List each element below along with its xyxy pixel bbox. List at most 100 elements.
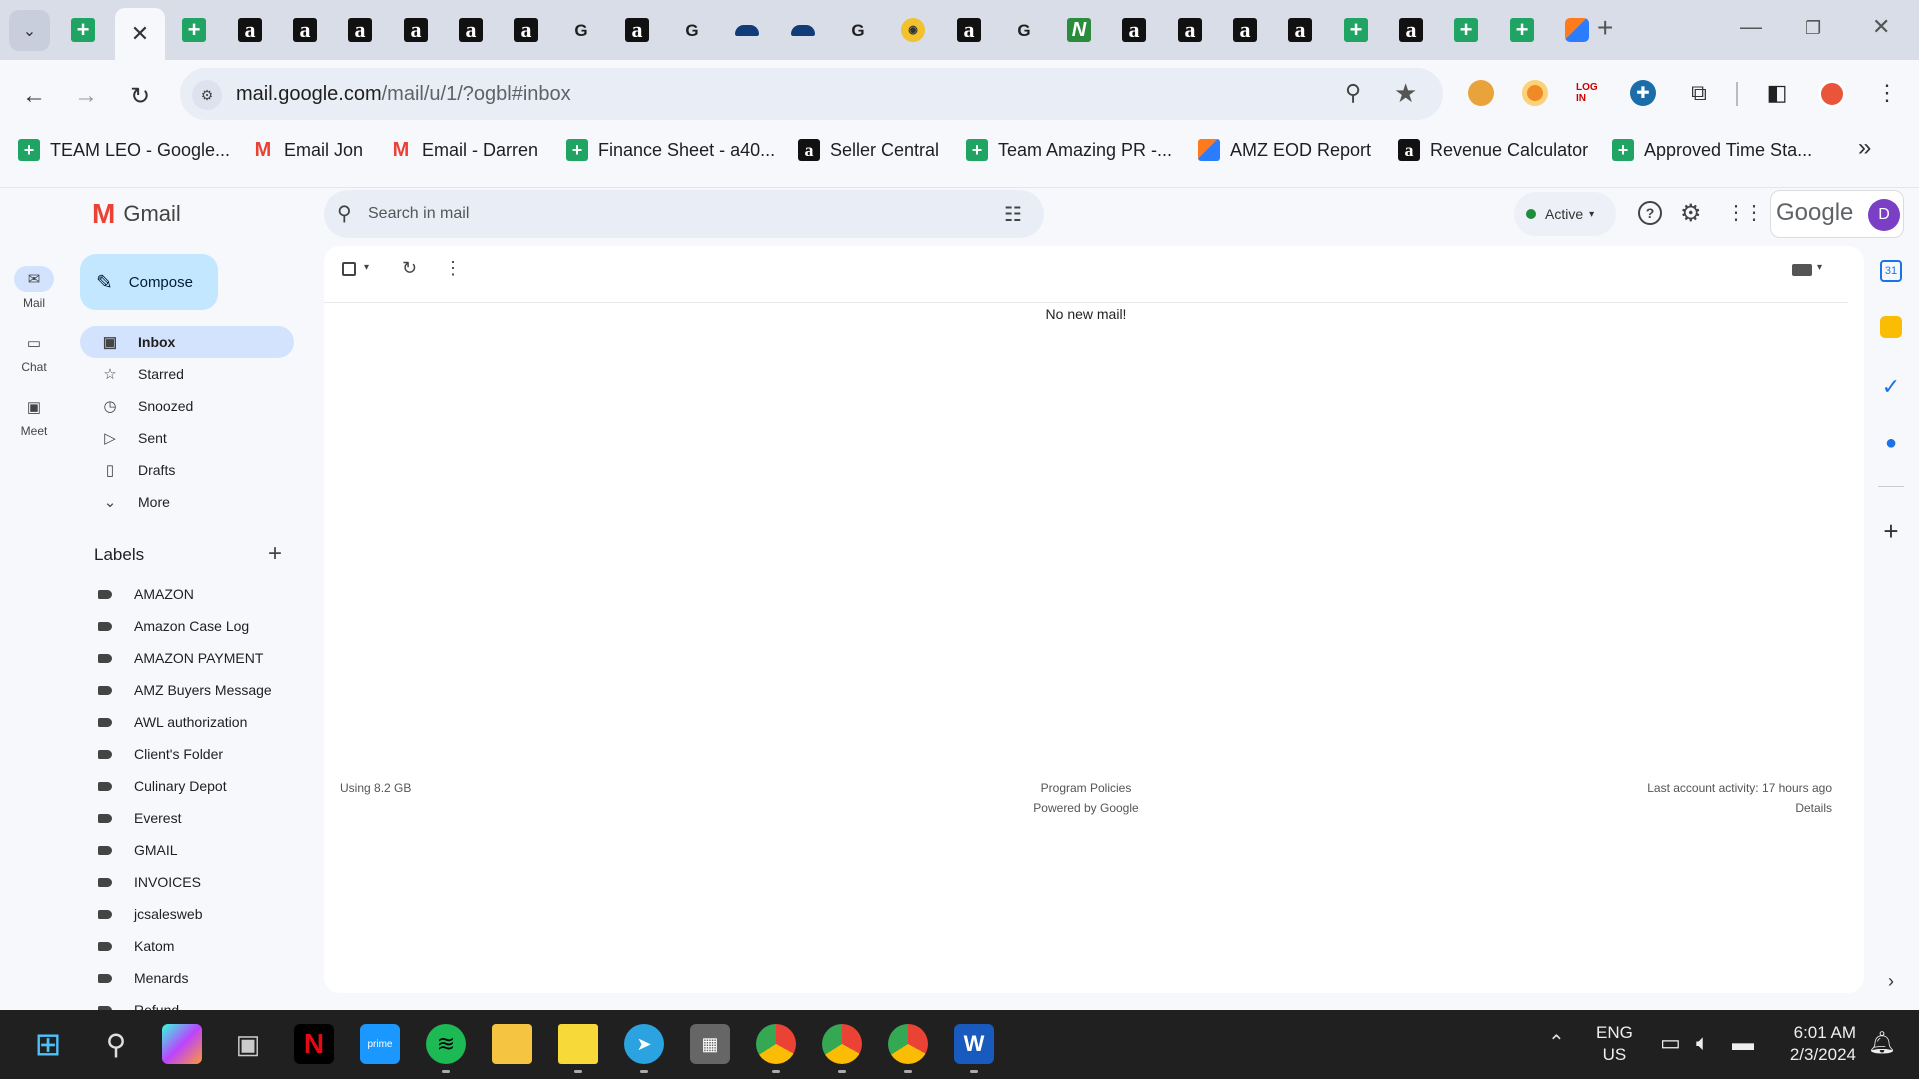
label-item[interactable]: jcsalesweb [98, 901, 202, 927]
spotify-icon[interactable]: ≋ [426, 1024, 466, 1064]
search-options-icon[interactable]: ☷ [1004, 202, 1022, 227]
add-label-icon[interactable]: + [268, 540, 282, 568]
nav-drafts[interactable]: ▯ Drafts [80, 454, 294, 486]
tray-overflow-icon[interactable]: ⌃ [1548, 1030, 1565, 1055]
browser-tab[interactable]: G [843, 11, 873, 49]
search-icon[interactable]: ⚲ [337, 201, 352, 226]
task-view-icon[interactable]: ▣ [228, 1024, 268, 1064]
extension-icon[interactable]: ✚ [1630, 80, 1656, 106]
input-tools-icon[interactable] [1792, 264, 1812, 276]
browser-tab[interactable]: a [456, 11, 486, 49]
label-item[interactable]: Refund [98, 997, 179, 1010]
extension-icon[interactable] [1522, 80, 1548, 106]
browser-tab[interactable]: a [235, 11, 265, 49]
more-options-icon[interactable]: ⋮ [444, 258, 462, 279]
copilot-icon[interactable] [162, 1024, 202, 1064]
browser-tab[interactable]: a [622, 11, 652, 49]
windows-start-icon[interactable]: ⊞ [28, 1024, 68, 1064]
url-text[interactable]: mail.google.com/mail/u/1/?ogbl#inbox [236, 83, 571, 106]
volume-icon[interactable]: 🔈︎ [1696, 1030, 1709, 1056]
bookmark-item[interactable]: + Team Amazing PR -... [966, 137, 1172, 163]
show-side-panel-icon[interactable]: › [1876, 966, 1906, 996]
browser-tab[interactable]: G [1009, 11, 1039, 49]
battery-icon[interactable]: ▬ [1732, 1030, 1754, 1056]
rail-mail[interactable]: ✉ Mail [0, 266, 68, 310]
tasks-icon[interactable]: ✓ [1876, 372, 1906, 402]
browser-tab[interactable]: a [290, 11, 320, 49]
browser-tab[interactable]: a [345, 11, 375, 49]
bookmark-item[interactable]: + Approved Time Sta... [1612, 137, 1812, 163]
profile-icon[interactable] [1818, 80, 1846, 108]
label-item[interactable]: AMZ Buyers Message [98, 677, 272, 703]
label-item[interactable]: Menards [98, 965, 188, 991]
gmail-logo[interactable]: M Gmail [92, 198, 181, 230]
browser-tab[interactable]: G [677, 11, 707, 49]
bookmark-item[interactable]: a Seller Central [798, 137, 939, 163]
browser-tab[interactable]: a [1396, 11, 1426, 49]
browser-tab[interactable]: a [1230, 11, 1260, 49]
contacts-icon[interactable]: ● [1876, 428, 1906, 458]
calendar-icon[interactable]: 31 [1880, 260, 1902, 282]
nav-sent[interactable]: ▷ Sent [80, 422, 294, 454]
browser-tab[interactable]: a [1119, 11, 1149, 49]
bookmark-item[interactable]: a Revenue Calculator [1398, 137, 1588, 163]
extensions-puzzle-icon[interactable]: ⧉ [1684, 78, 1714, 108]
notifications-bell-icon[interactable]: 🔔︎ [1868, 1030, 1896, 1056]
bookmark-item[interactable]: AMZ EOD Report [1198, 137, 1371, 163]
bookmark-item[interactable]: M Email Jon [252, 137, 363, 163]
side-panel-icon[interactable]: ◧ [1762, 78, 1792, 108]
rail-meet[interactable]: ▣ Meet [0, 394, 68, 438]
more-bookmarks-icon[interactable]: » [1858, 134, 1871, 162]
nav-starred[interactable]: ☆ Starred [80, 358, 294, 390]
add-addon-icon[interactable]: + [1876, 516, 1906, 546]
label-item[interactable]: AMAZON [98, 581, 194, 607]
site-info-icon[interactable]: ⚙ [192, 80, 222, 110]
chrome-icon[interactable] [888, 1024, 928, 1064]
compose-button[interactable]: ✎ Compose [80, 254, 218, 310]
chrome-icon[interactable] [756, 1024, 796, 1064]
clock[interactable]: 6:01 AM 2/3/2024 [1780, 1022, 1856, 1066]
nav-inbox[interactable]: ▣ Inbox [80, 326, 294, 358]
label-item[interactable]: Culinary Depot [98, 773, 227, 799]
browser-tab[interactable]: ◉ [898, 11, 928, 49]
browser-tab[interactable]: + [1507, 11, 1537, 49]
browser-tab[interactable] [788, 11, 818, 49]
details-link[interactable]: Details [1795, 801, 1832, 815]
network-icon[interactable]: ▭ [1660, 1030, 1681, 1056]
status-button[interactable]: Active ▾ [1514, 192, 1616, 236]
reload-icon[interactable]: ↻ [122, 78, 158, 114]
select-all-checkbox[interactable] [342, 262, 356, 276]
nav-more[interactable]: ⌄ More [80, 486, 294, 518]
browser-tab[interactable]: a [401, 11, 431, 49]
avatar[interactable]: D [1868, 199, 1900, 231]
sticky-notes-icon[interactable] [558, 1024, 598, 1064]
prime-video-icon[interactable]: prime [360, 1024, 400, 1064]
settings-gear-icon[interactable]: ⚙ [1680, 199, 1702, 228]
bookmark-item[interactable]: + TEAM LEO - Google... [18, 137, 230, 163]
nav-snoozed[interactable]: ◷ Snoozed [80, 390, 294, 422]
browser-tab[interactable] [1562, 11, 1592, 49]
file-explorer-icon[interactable] [492, 1024, 532, 1064]
netflix-icon[interactable]: N [294, 1024, 334, 1064]
browser-tab[interactable]: + [179, 11, 209, 49]
browser-tab[interactable]: + [1341, 11, 1371, 49]
window-close-icon[interactable]: ✕ [1872, 14, 1890, 40]
calculator-icon[interactable]: ▦ [690, 1024, 730, 1064]
bookmark-item[interactable]: M Email - Darren [390, 137, 538, 163]
help-icon[interactable]: ? [1638, 201, 1662, 225]
browser-tab[interactable]: a [511, 11, 541, 49]
browser-menu-icon[interactable]: ⋮ [1872, 78, 1902, 108]
search-icon[interactable]: ⚲ [96, 1024, 136, 1064]
browser-tab[interactable]: a [954, 11, 984, 49]
forward-icon[interactable]: → [68, 78, 104, 114]
browser-tab[interactable]: a [1175, 11, 1205, 49]
word-icon[interactable]: W [954, 1024, 994, 1064]
search-input[interactable]: Search in mail [368, 205, 469, 223]
bookmark-star-icon[interactable]: ★ [1394, 78, 1417, 109]
active-tab-close[interactable]: ✕ [115, 8, 165, 60]
browser-tab[interactable]: G [566, 11, 596, 49]
restore-icon[interactable]: ❐ [1805, 18, 1821, 39]
program-policies-link[interactable]: Program Policies [324, 781, 1848, 795]
browser-tab[interactable] [732, 11, 762, 49]
chrome-icon[interactable] [822, 1024, 862, 1064]
